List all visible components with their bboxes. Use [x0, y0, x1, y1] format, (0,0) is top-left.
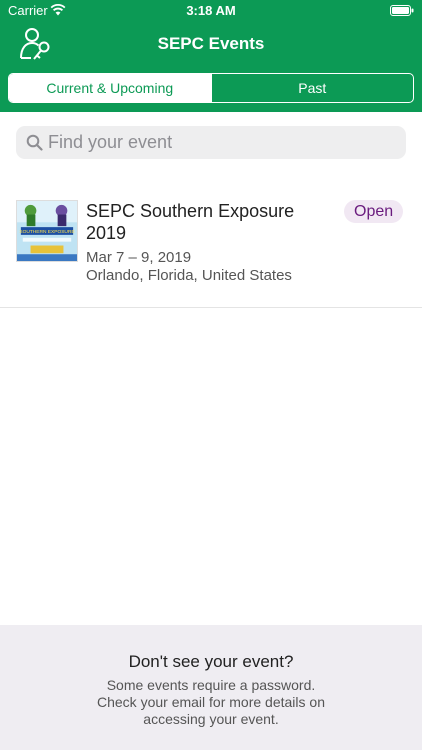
event-title: SEPC Southern Exposure 2019	[86, 201, 295, 243]
app-header: Carrier 3:18 AM SEPC Events Current & Up…	[0, 0, 422, 112]
event-thumbnail: SOUTHERN EXPOSURE	[16, 200, 78, 262]
status-bar: Carrier 3:18 AM	[0, 0, 422, 22]
footer-text: Some events require a password. Check yo…	[97, 677, 325, 727]
battery-icon	[390, 5, 414, 16]
search-icon	[26, 134, 43, 151]
event-location: Orlando, Florida, United States	[86, 267, 292, 284]
event-list-item[interactable]: SOUTHERN EXPOSURE SEPC Southern Exposure…	[0, 188, 422, 308]
event-filter-tabs: Current & Upcoming Past	[8, 73, 414, 103]
tab-current-upcoming[interactable]: Current & Upcoming	[9, 74, 211, 102]
page-title: SEPC Events	[157, 34, 265, 53]
status-badge: Open	[344, 200, 404, 223]
tab-past[interactable]: Past	[210, 74, 414, 102]
event-dates: Mar 7 – 9, 2019	[86, 249, 192, 266]
footer-help: Don't see your event? Some events requir…	[0, 625, 422, 750]
search-input[interactable]	[48, 126, 398, 159]
thumbnail-caption: SOUTHERN EXPOSURE	[19, 229, 75, 235]
footer-title: Don't see your event?	[128, 652, 294, 671]
status-time: 3:18 AM	[186, 3, 236, 18]
search-bar	[16, 126, 406, 159]
